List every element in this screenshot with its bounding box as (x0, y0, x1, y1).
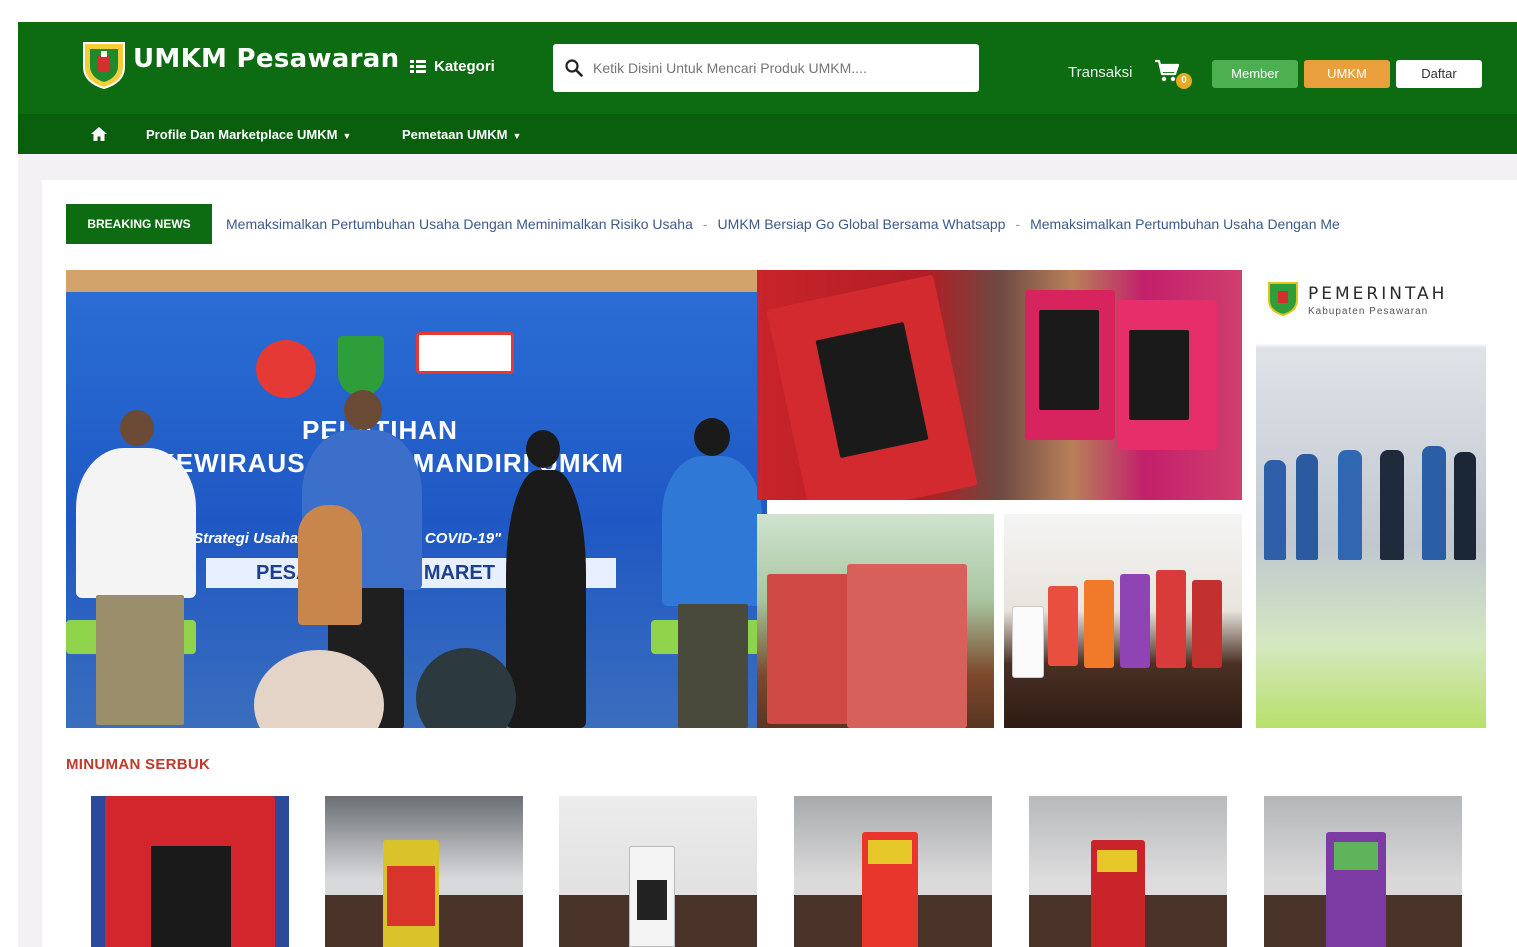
product-photo-sachets[interactable] (1004, 514, 1242, 728)
kategori-button[interactable]: Kategori (410, 58, 495, 75)
product-card[interactable] (1029, 796, 1227, 947)
news-separator: - (702, 216, 708, 232)
pemerintah-logo-icon (1268, 282, 1298, 316)
breaking-news-ticker: Memaksimalkan Pertumbuhan Usaha Dengan M… (226, 204, 1506, 244)
product-card[interactable] (1264, 796, 1462, 947)
section-title: MINUMAN SERBUK (66, 756, 211, 773)
transaksi-link[interactable]: Transaksi (1068, 64, 1132, 81)
search-box[interactable] (553, 44, 979, 92)
nav-pemetaan-label: Pemetaan UMKM (402, 127, 508, 142)
hero-top-band (66, 270, 767, 292)
cart-count-badge: 0 (1176, 73, 1192, 89)
product-photo-powder-bags[interactable] (757, 514, 994, 728)
sachet (1048, 586, 1078, 666)
product-photo-coffee-bags[interactable] (757, 270, 1242, 500)
home-icon[interactable] (90, 126, 108, 142)
sachet-label (1334, 842, 1378, 870)
box-label (637, 880, 667, 920)
product-box (1012, 606, 1044, 678)
person-figure (76, 448, 196, 598)
product-card[interactable] (325, 796, 523, 947)
list-icon (410, 59, 426, 74)
person-figure (662, 456, 762, 606)
audience-head (416, 648, 516, 728)
nav-profile-marketplace[interactable]: Profile Dan Marketplace UMKM ▼ (146, 127, 351, 142)
product-card[interactable] (559, 796, 757, 947)
news-separator: - (1015, 216, 1021, 232)
product-card[interactable] (794, 796, 992, 947)
daftar-button[interactable]: Daftar (1396, 60, 1482, 88)
hero-slide-image[interactable]: PELATIHAN KEWIRAUSAHAAN MANDIRI UMKM "St… (66, 270, 767, 728)
person-figure (1338, 450, 1362, 560)
top-bar: UMKM Pesawaran Kategori Transaksi 0 Memb… (18, 22, 1517, 114)
person-head (344, 390, 382, 430)
person-figure (1422, 446, 1446, 560)
news-item[interactable]: UMKM Bersiap Go Global Bersama Whatsapp (718, 216, 1006, 232)
product-card[interactable] (91, 796, 289, 947)
person-head (526, 430, 560, 468)
person-figure (96, 595, 184, 725)
news-item[interactable]: Memaksimalkan Pertumbuhan Usaha Dengan M… (226, 216, 693, 232)
powder-bag (847, 564, 967, 728)
kategori-label: Kategori (434, 58, 495, 75)
news-item[interactable]: Memaksimalkan Pertumbuhan Usaha Dengan M… (1030, 216, 1340, 232)
person-figure (1296, 454, 1318, 560)
person-figure (678, 604, 748, 728)
member-button[interactable]: Member (1212, 60, 1298, 88)
cart-button[interactable]: 0 (1154, 59, 1192, 89)
pemerintah-subtitle: Kabupaten Pesawaran (1308, 306, 1429, 317)
logo-shield-icon[interactable] (80, 39, 128, 89)
regency-logo (338, 336, 384, 396)
breaking-news-label: BREAKING NEWS (66, 204, 212, 244)
search-input[interactable] (593, 60, 973, 76)
brand-title[interactable]: UMKM Pesawaran (133, 44, 399, 74)
person-figure (1264, 460, 1286, 560)
caret-down-icon: ▼ (512, 131, 522, 141)
bag-label (151, 846, 231, 947)
sponsor-logo (416, 332, 514, 374)
person-head (120, 410, 154, 446)
sachet (1084, 580, 1114, 668)
podium (298, 505, 362, 625)
sachet (1156, 570, 1186, 668)
pemerintah-title: PEMERINTAH (1308, 284, 1448, 304)
sachet-label (387, 866, 435, 926)
side-banner-pemerintah[interactable]: PEMERINTAH Kabupaten Pesawaran (1256, 270, 1486, 728)
sponsor-logo (256, 340, 316, 398)
nav-profile-label: Profile Dan Marketplace UMKM (146, 127, 338, 142)
group-photo (1256, 440, 1486, 570)
umkm-button[interactable]: UMKM (1304, 60, 1390, 88)
person-head (694, 418, 730, 456)
page-frame: UMKM Pesawaran Kategori Transaksi 0 Memb… (18, 22, 1517, 947)
person-figure (1380, 450, 1404, 560)
nav-pemetaan[interactable]: Pemetaan UMKM ▼ (402, 127, 521, 142)
person-figure (506, 470, 586, 728)
caret-down-icon: ▼ (342, 131, 352, 141)
search-icon (565, 59, 583, 77)
sachet-label (1097, 850, 1137, 872)
bag-label (1039, 310, 1099, 410)
sachet-label (868, 840, 912, 864)
main-content: BREAKING NEWS Memaksimalkan Pertumbuhan … (42, 180, 1517, 947)
bag-label (1129, 330, 1189, 420)
person-figure (1454, 452, 1476, 560)
sachet (1192, 580, 1222, 668)
sachet (1120, 574, 1150, 668)
